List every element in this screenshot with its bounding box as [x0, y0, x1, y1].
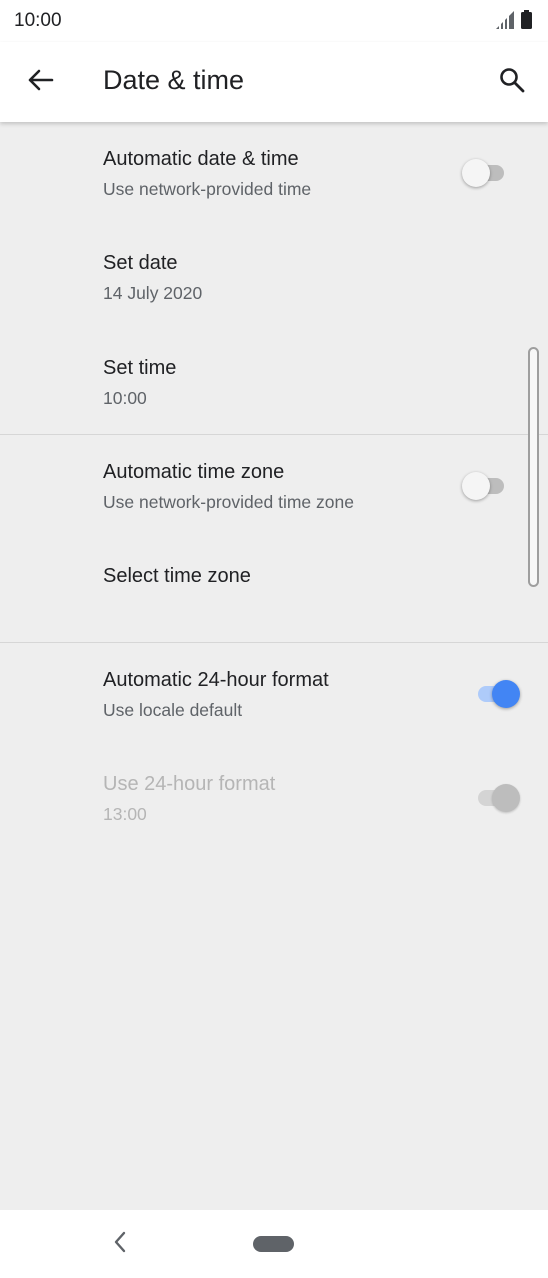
battery-icon [521, 10, 532, 34]
pref-summary: 14 July 2020 [103, 283, 203, 303]
automatic-date-time-switch[interactable] [462, 157, 510, 189]
status-time: 10:00 [14, 10, 62, 31]
pref-summary: Use network-provided time [103, 179, 312, 199]
scrollbar[interactable] [528, 347, 539, 587]
pref-automatic-24-hour-format[interactable]: Automatic 24-hour format Use locale defa… [0, 643, 548, 747]
pref-summary: Use network-provided time zone [103, 492, 354, 512]
pref-use-24-hour-format: Use 24-hour format 13:00 [0, 747, 548, 851]
arrow-left-icon [26, 68, 54, 97]
pref-title: Select time zone [103, 565, 251, 587]
back-button[interactable] [22, 64, 58, 100]
switch-thumb [492, 680, 520, 708]
nav-home-pill[interactable] [253, 1236, 294, 1252]
use-24-hour-format-switch [472, 782, 520, 814]
switch-thumb [462, 159, 490, 187]
search-icon [498, 66, 526, 99]
pref-automatic-time-zone[interactable]: Automatic time zone Use network-provided… [0, 435, 548, 539]
signal-icon [496, 11, 516, 34]
navigation-bar [0, 1210, 548, 1278]
pref-title: Use 24-hour format [103, 773, 276, 795]
status-icons [496, 10, 532, 34]
switch-thumb [492, 784, 520, 812]
automatic-time-zone-switch[interactable] [462, 470, 510, 502]
pref-automatic-date-time[interactable]: Automatic date & time Use network-provid… [0, 122, 548, 226]
pref-title: Set time [103, 357, 177, 379]
switch-thumb [462, 472, 490, 500]
pref-title: Automatic 24-hour format [103, 669, 329, 691]
status-bar: 10:00 [0, 0, 548, 42]
pref-title: Automatic time zone [103, 461, 285, 483]
pref-title: Set date [103, 252, 178, 274]
pref-set-time[interactable]: Set time 10:00 [0, 330, 548, 434]
screen: 10:00 Date & time Automatic date & time … [0, 0, 548, 1278]
pref-set-date[interactable]: Set date 14 July 2020 [0, 226, 548, 330]
pref-title: Automatic date & time [103, 148, 299, 170]
app-bar: Date & time [0, 42, 548, 122]
page-title: Date & time [103, 65, 245, 95]
chevron-left-icon [112, 1230, 128, 1259]
search-button[interactable] [494, 64, 530, 100]
nav-back-button[interactable] [106, 1230, 134, 1258]
pref-select-time-zone[interactable]: Select time zone [0, 539, 548, 643]
automatic-24-hour-format-switch[interactable] [472, 678, 520, 710]
pref-summary: Use locale default [103, 700, 243, 720]
pref-summary: 13:00 [103, 804, 147, 824]
pref-summary: 10:00 [103, 388, 147, 408]
